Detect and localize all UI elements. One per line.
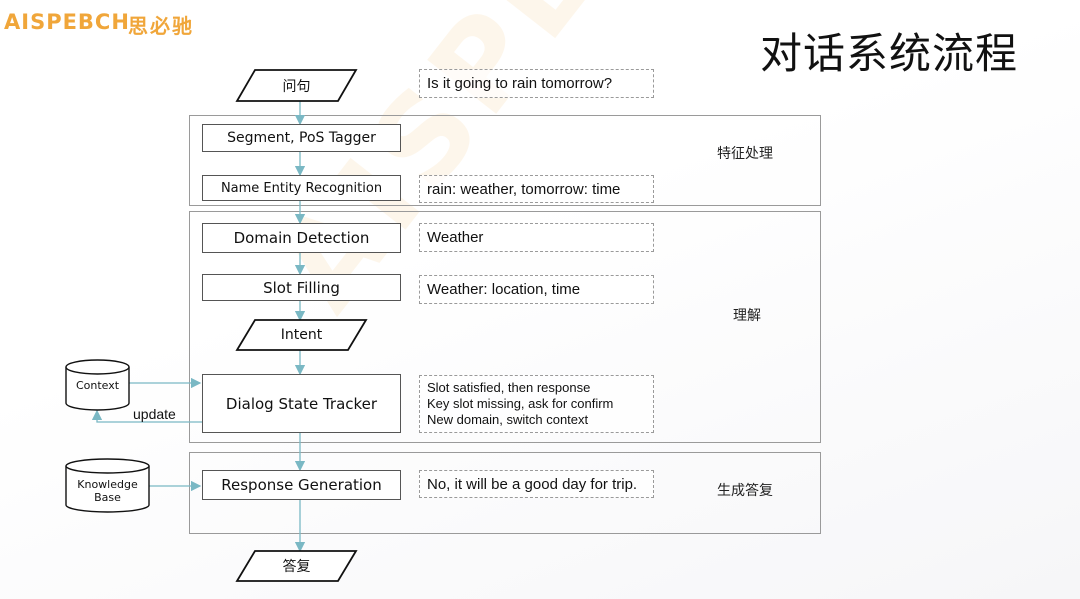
response-generation-node: Response Generation [202,470,401,500]
note-domain-result: Weather [419,223,654,252]
segment-pos-tagger-node: Segment, PoS Tagger [202,124,401,152]
answer-node: 答复 [282,559,311,575]
note-dst-rules: Slot satisfied, then response Key slot m… [419,375,654,433]
note-dst-rule-2: Key slot missing, ask for confirm [427,396,614,411]
update-label: update [133,406,176,422]
knowledge-base-line1: Knowledge [77,478,138,491]
question-node: 问句 [282,78,311,95]
slot-filling-node: Slot Filling [202,274,401,301]
dialog-state-tracker-node: Dialog State Tracker [202,374,401,433]
name-entity-recognition-node: Name Entity Recognition [202,175,401,201]
note-question-example: Is it going to rain tomorrow? [419,69,654,98]
domain-detection-node: Domain Detection [202,223,401,253]
knowledge-base-line2: Base [94,491,121,504]
note-dst-rule-3: New domain, switch context [427,412,589,427]
knowledge-base-db: Knowledge Base [66,475,149,507]
slide: AISPEBCH AISPEBCH 思必驰 对话系统流程 特征处理 理解 生成答… [0,0,1080,599]
note-dst-rule-1: Slot satisfied, then response [427,380,591,395]
note-ner-result: rain: weather, tomorrow: time [419,175,654,203]
intent-node: Intent [280,327,323,343]
note-response-example: No, it will be a good day for trip. [419,470,654,498]
context-db: Context [75,378,120,392]
note-slot-result: Weather: location, time [419,275,654,304]
